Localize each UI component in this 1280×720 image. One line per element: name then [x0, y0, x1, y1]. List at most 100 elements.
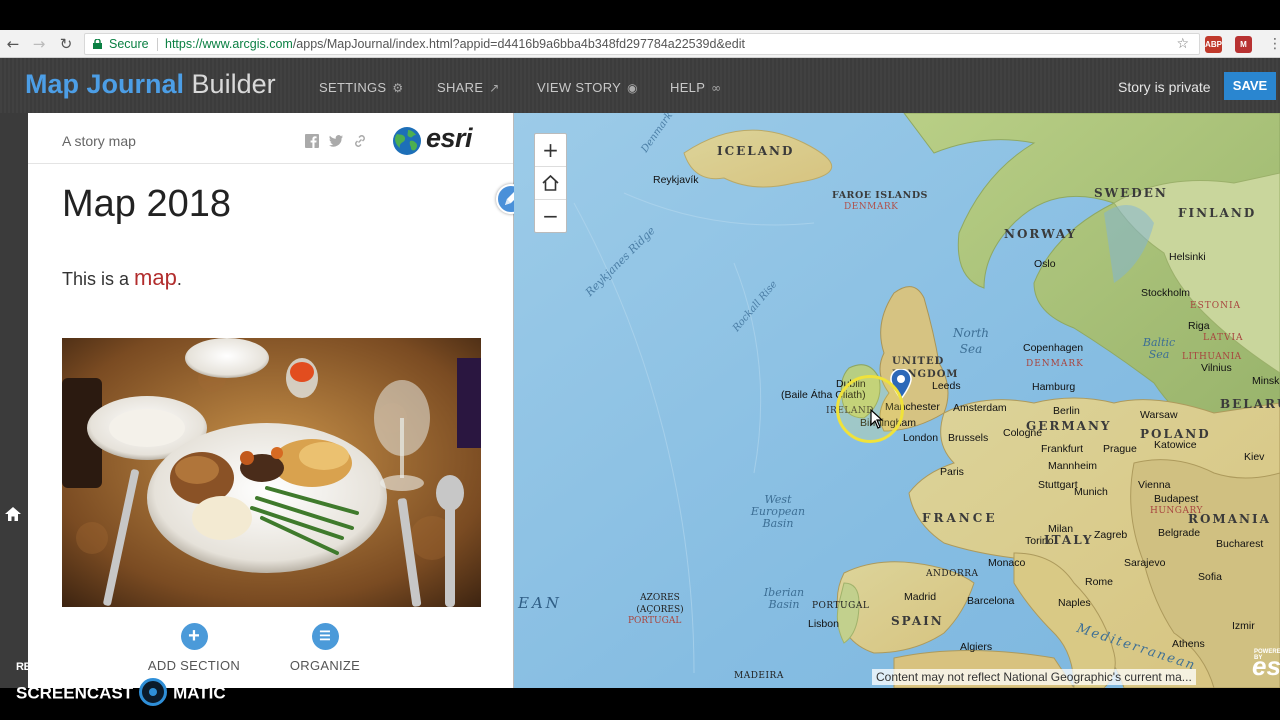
story-title: Map 2018 [62, 183, 232, 225]
home-outline-icon [542, 174, 559, 191]
map-label: Iberian Basin [763, 586, 805, 611]
browser-menu-icon[interactable]: ⋮ [1268, 36, 1280, 53]
record-icon [139, 678, 168, 706]
panel-header: A story map esri [28, 113, 513, 164]
binoculars-icon: ∞ [711, 81, 722, 95]
body-prefix: This is a [62, 269, 135, 289]
map-label: Baltic Sea [1142, 336, 1176, 361]
omnibox-separator [157, 38, 158, 51]
map-label: NORWAY [1004, 227, 1078, 241]
add-section-button[interactable]: + ADD SECTION [134, 623, 254, 673]
organize-label: ORGANIZE [289, 658, 361, 673]
map-label: Reykjavík [653, 174, 699, 186]
view-story-button[interactable]: VIEW STORY ◉ [537, 80, 638, 95]
twitter-icon[interactable] [328, 133, 344, 149]
lock-icon [93, 39, 102, 49]
map-label: SPAIN [891, 614, 944, 628]
zoom-in-button[interactable]: + [535, 134, 566, 167]
map-label: LITHUANIA [1182, 352, 1242, 362]
plus-icon: + [180, 623, 208, 650]
home-extent-button[interactable] [535, 167, 566, 200]
adblock-icon[interactable]: ABP [1205, 36, 1222, 53]
mouse-cursor-icon [870, 409, 884, 429]
extension-icon[interactable]: M [1235, 36, 1252, 53]
link-icon[interactable] [352, 133, 368, 149]
map-view[interactable]: + − ICELAND Reykjavík FAROE ISLANDS DENM… [514, 113, 1280, 688]
map-label: Mannheim [1048, 460, 1098, 472]
settings-label: SETTINGS [319, 80, 387, 95]
esri-wordmark: esri [426, 123, 473, 153]
address-bar[interactable]: Secure https://www.arcgis.com/apps/MapJo… [84, 33, 1200, 55]
map-label: BELARUS [1220, 397, 1280, 411]
organize-button[interactable]: ☰ ORGANIZE [265, 623, 385, 673]
story-side-panel: A story map esri Map 2018 This is a map. [28, 113, 514, 688]
map-label: North Sea [952, 326, 989, 356]
dinner-photo [62, 338, 481, 607]
map-label: Barcelona [967, 595, 1015, 607]
screencast-watermark: SCREENCAST MATIC [16, 678, 226, 708]
map-label: Sofia [1198, 571, 1222, 583]
brand-sub: Builder [191, 69, 276, 99]
list-icon: ☰ [311, 623, 339, 650]
map-label: Vienna [1138, 479, 1171, 491]
map-label: Sarajevo [1124, 557, 1166, 569]
back-icon[interactable]: ← [3, 34, 23, 54]
save-button[interactable]: SAVE [1224, 72, 1276, 100]
story-image [62, 338, 481, 607]
secure-label: Secure [109, 37, 149, 51]
map-label: Izmir [1232, 620, 1255, 632]
map-label: Munich [1074, 486, 1108, 498]
map-label: Copenhagen [1023, 342, 1084, 354]
share-button[interactable]: SHARE ↗ [437, 80, 500, 95]
body-suffix: . [176, 269, 182, 289]
reload-icon[interactable]: ↻ [56, 34, 76, 54]
screencast-right: MATIC [173, 683, 226, 703]
map-attribution[interactable]: Content may not reflect National Geograp… [872, 669, 1196, 685]
map-label: FAROE ISLANDS [832, 190, 928, 201]
map-label: Katowice [1154, 439, 1197, 451]
zoom-out-button[interactable]: − [535, 200, 566, 233]
esri-logo[interactable]: esri [392, 123, 484, 157]
map-label: PORTUGAL [812, 601, 870, 611]
screencast-left: SCREENCAST [16, 683, 134, 703]
facebook-icon[interactable] [304, 133, 320, 149]
map-label: Prague [1103, 443, 1137, 455]
map-label: DENMARK [844, 202, 899, 212]
map-label: ICELAND [717, 144, 795, 158]
map-label: ITALY [1044, 533, 1094, 547]
map-label: Amsterdam [953, 402, 1007, 414]
browser-toolbar: ← → ↻ Secure https://www.arcgis.com/apps… [0, 30, 1280, 58]
url-text[interactable]: https://www.arcgis.com/apps/MapJournal/i… [165, 34, 745, 54]
app-brand: Map Journal Builder [25, 69, 276, 100]
add-section-label: ADD SECTION [147, 658, 241, 673]
map-label: ESTONIA [1190, 301, 1242, 311]
home-icon[interactable] [4, 505, 22, 523]
story-body: This is a map. [62, 265, 182, 291]
map-label: Algiers [960, 641, 993, 653]
map-label: Helsinki [1169, 251, 1206, 263]
map-label: Naples [1058, 597, 1091, 609]
forward-icon[interactable]: → [29, 34, 49, 54]
map-label: Hamburg [1032, 381, 1076, 393]
map-label: SWEDEN [1094, 186, 1168, 200]
share-icon: ↗ [489, 81, 500, 95]
eye-icon: ◉ [627, 81, 638, 95]
help-button[interactable]: HELP ∞ [670, 80, 721, 95]
privacy-status: Story is private [1118, 79, 1211, 95]
map-label: DENMARK [1026, 359, 1084, 369]
map-label: Kiev [1244, 451, 1265, 463]
settings-button[interactable]: SETTINGS ⚙ [319, 80, 403, 95]
map-label: Cologne [1003, 427, 1043, 439]
help-label: HELP [670, 80, 706, 95]
esri-map-logo[interactable]: esri [1252, 651, 1280, 682]
map-label: FINLAND [1178, 206, 1257, 220]
map-label: Brussels [948, 432, 989, 444]
map-label: Vilnius [1201, 362, 1232, 374]
map-label: Minsk [1252, 375, 1280, 387]
bookmark-star-icon[interactable]: ☆ [1176, 34, 1189, 54]
map-label: Riga [1188, 320, 1210, 332]
url-host: https://www.arcgis.com [165, 37, 293, 51]
map-label: PORTUGAL [628, 616, 682, 626]
map-label: London [903, 432, 939, 444]
recording-black-bar [0, 0, 1280, 30]
